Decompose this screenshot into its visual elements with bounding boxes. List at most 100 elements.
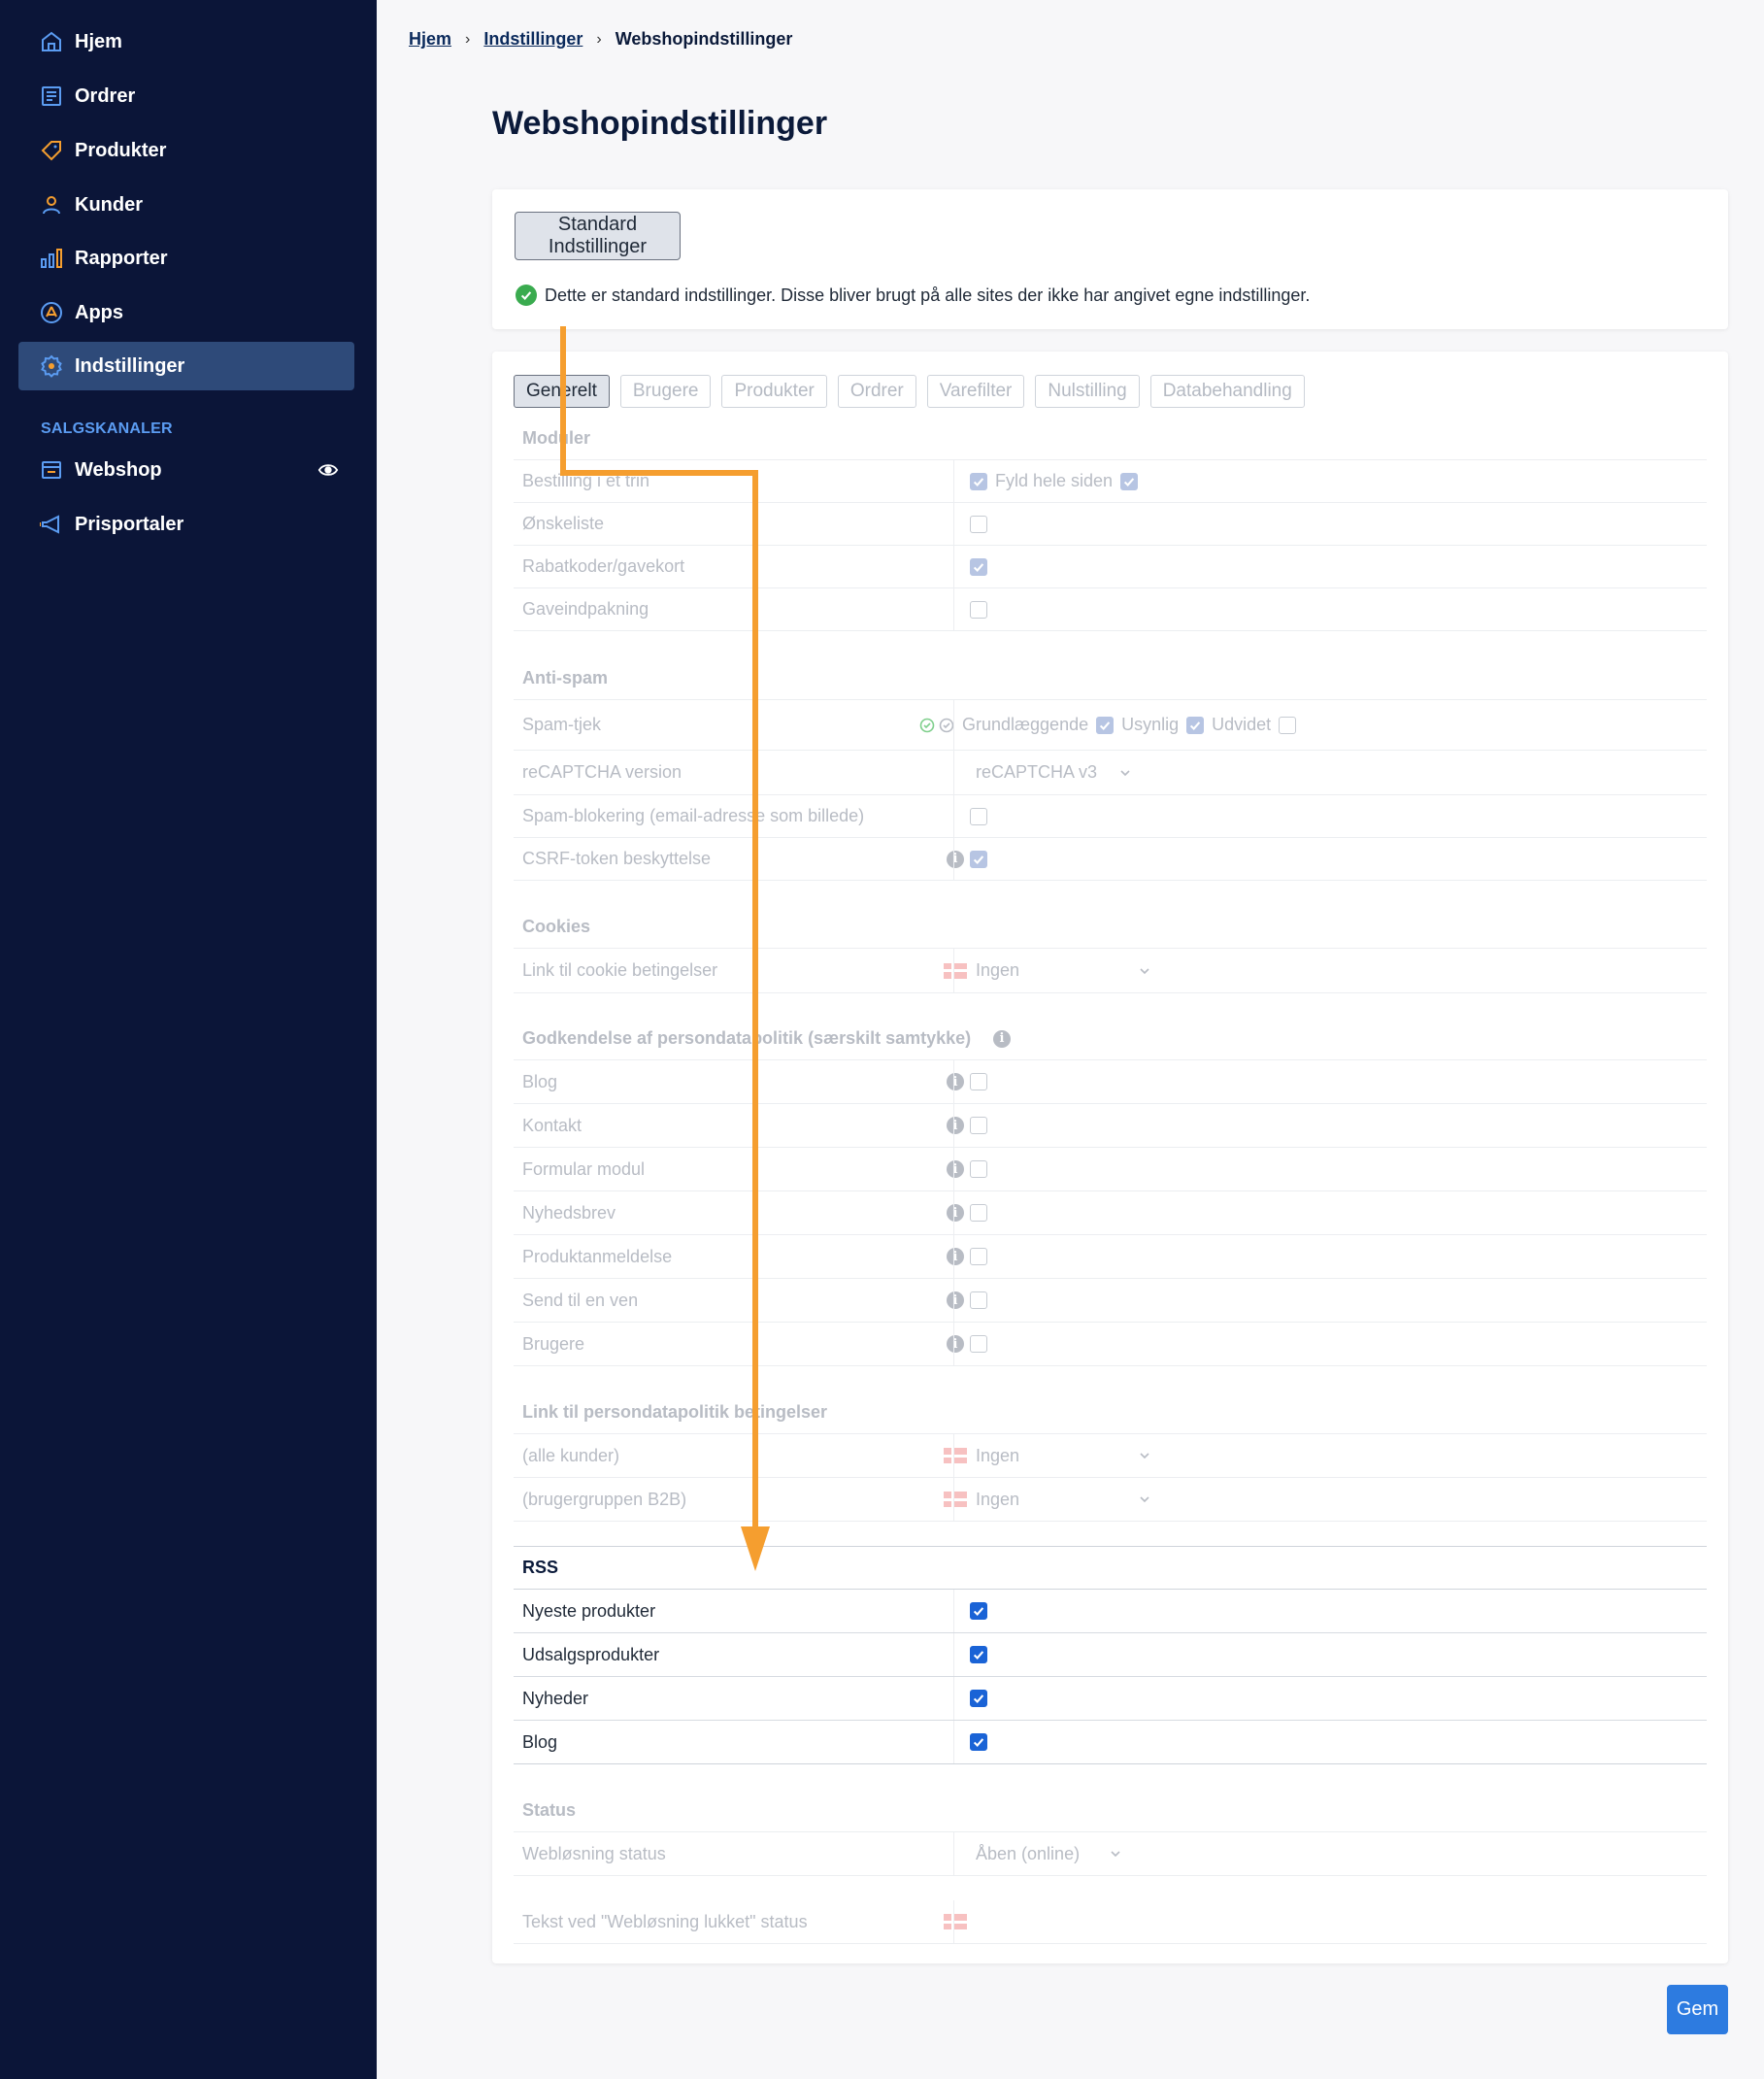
info-icon[interactable]: i xyxy=(947,1117,964,1134)
checkbox[interactable] xyxy=(970,1160,987,1178)
chevron-down-icon xyxy=(1140,1453,1149,1459)
checkbox[interactable] xyxy=(970,1602,987,1620)
checkbox[interactable] xyxy=(1120,472,1139,490)
select-value: Ingen xyxy=(976,960,1020,980)
section-header-status: Status xyxy=(514,1789,1707,1832)
setting-label: Tekst ved "Webløsning lukket" status xyxy=(522,1911,808,1931)
tab-varefilter[interactable]: Varefilter xyxy=(926,375,1025,408)
setting-row: Nyhedsbrev i xyxy=(514,1191,1707,1235)
checkbox[interactable] xyxy=(1096,716,1115,734)
tab-produkter[interactable]: Produkter xyxy=(721,375,827,408)
tab-bar: Generelt Brugere Produkter Ordrer Varefi… xyxy=(514,375,1305,408)
setting-label: CSRF-token beskyttelse xyxy=(522,849,712,868)
nav-label: Hjem xyxy=(75,30,122,52)
info-icon[interactable]: i xyxy=(947,1204,964,1222)
checkbox[interactable] xyxy=(970,1117,987,1134)
setting-label: Kontakt xyxy=(522,1115,582,1135)
chevron-down-icon xyxy=(1140,967,1149,974)
checkbox[interactable] xyxy=(1186,716,1205,734)
nav-item-hjem[interactable]: Hjem xyxy=(18,17,354,66)
breadcrumb-settings[interactable]: Indstillinger xyxy=(483,29,582,50)
checkbox[interactable] xyxy=(970,807,987,825)
setting-label: Ønskeliste xyxy=(522,514,605,533)
megaphone-icon xyxy=(40,513,63,536)
checkbox[interactable] xyxy=(970,1646,987,1663)
checkbox[interactable] xyxy=(970,850,987,868)
cookie-link-select[interactable]: Ingen xyxy=(976,960,1150,981)
checkbox[interactable] xyxy=(970,1291,987,1309)
nav-item-prisportaler[interactable]: Prisportaler xyxy=(18,500,354,549)
nav-label: Prisportaler xyxy=(75,513,184,535)
gear-icon xyxy=(40,354,63,378)
standard-settings-card: Standard Indstillinger Dette er standard… xyxy=(492,189,1728,329)
checkbox[interactable] xyxy=(970,557,987,576)
persondata-select[interactable]: Ingen xyxy=(976,1446,1150,1466)
breadcrumb-home[interactable]: Hjem xyxy=(409,29,451,50)
info-icon[interactable]: i xyxy=(993,1029,1011,1048)
section-header-persondata-link: Link til persondatapolitik betingelser xyxy=(514,1392,1707,1434)
tag-icon xyxy=(40,139,63,162)
setting-label: Bestilling i et trin xyxy=(522,471,650,490)
select-value: Åben (online) xyxy=(976,1843,1081,1863)
info-icon[interactable]: i xyxy=(947,1248,964,1265)
setting-row: Webløsning status Åben (online) xyxy=(514,1832,1707,1876)
section-header-godkendelse: Godkendelse af persondatapolitik (særski… xyxy=(514,1018,1707,1060)
tab-ordrer[interactable]: Ordrer xyxy=(837,375,916,408)
checkbox[interactable] xyxy=(970,472,987,490)
eye-icon[interactable] xyxy=(317,459,339,481)
setting-row: Spam-tjek Grundlæggende Usynlig Udvidet xyxy=(514,700,1707,751)
recaptcha-select[interactable]: reCAPTCHA v3 xyxy=(976,762,1131,783)
section-label-salgskanaler: SALGSKANALER xyxy=(41,420,173,437)
nav-item-indstillinger[interactable]: Indstillinger xyxy=(18,342,354,390)
checkbox[interactable] xyxy=(970,1204,987,1222)
nav-item-produkter[interactable]: Produkter xyxy=(18,126,354,175)
setting-row: Send til en ven i xyxy=(514,1279,1707,1323)
nav-item-kunder[interactable]: Kunder xyxy=(18,181,354,229)
section-header-rss: RSS xyxy=(514,1546,1707,1590)
nav-item-rapporter[interactable]: Rapporter xyxy=(18,234,354,283)
setting-label: Blog xyxy=(522,1071,558,1091)
setting-label: Rabatkoder/gavekort xyxy=(522,556,685,576)
checkbox[interactable] xyxy=(970,600,987,619)
checkbox[interactable] xyxy=(970,1248,987,1265)
info-icon[interactable]: i xyxy=(947,1335,964,1353)
save-button[interactable]: Gem xyxy=(1667,1985,1728,2034)
section-header-moduler: Moduler xyxy=(514,418,1707,460)
standard-settings-button[interactable]: Standard Indstillinger xyxy=(515,212,681,260)
user-icon xyxy=(40,193,63,217)
opt-label: Grundlæggende xyxy=(962,715,1089,734)
tab-databehandling[interactable]: Databehandling xyxy=(1149,375,1305,408)
setting-row: Produktanmeldelse i xyxy=(514,1235,1707,1279)
info-icon[interactable]: i xyxy=(947,1073,964,1090)
checkbox[interactable] xyxy=(970,1733,987,1751)
opt-label: Udvidet xyxy=(1212,715,1272,734)
nav-item-apps[interactable]: Apps xyxy=(18,288,354,337)
bar-chart-icon xyxy=(40,247,63,270)
checkbox[interactable] xyxy=(970,1073,987,1090)
checkbox[interactable] xyxy=(1279,716,1297,734)
checkbox[interactable] xyxy=(970,1690,987,1707)
chevron-down-icon xyxy=(1140,1496,1149,1503)
setting-label: Nyheder xyxy=(522,1688,589,1708)
danish-flag-icon xyxy=(944,1492,967,1507)
checkbox[interactable] xyxy=(970,1335,987,1353)
info-icon[interactable]: i xyxy=(947,1291,964,1309)
nav-item-ordrer[interactable]: Ordrer xyxy=(18,72,354,120)
tab-nulstilling[interactable]: Nulstilling xyxy=(1035,375,1140,408)
section-title: Status xyxy=(522,1799,577,1820)
setting-row: Kontakt i xyxy=(514,1104,1707,1148)
info-icon[interactable]: i xyxy=(947,1160,964,1178)
tab-generelt[interactable]: Generelt xyxy=(514,375,610,408)
web-status-select[interactable]: Åben (online) xyxy=(976,1844,1121,1864)
page-title: Webshopindstillinger xyxy=(492,105,828,142)
setting-label: Gaveindpakning xyxy=(522,599,649,619)
tab-brugere[interactable]: Brugere xyxy=(619,375,712,408)
checkbox[interactable] xyxy=(970,515,987,533)
select-value: Ingen xyxy=(976,1445,1020,1465)
nav-item-webshop[interactable]: Webshop xyxy=(18,446,354,494)
section-title: Cookies xyxy=(522,917,591,936)
setting-row: Nyeste produkter xyxy=(514,1590,1707,1633)
setting-row: Nyheder xyxy=(514,1677,1707,1721)
info-icon[interactable]: i xyxy=(947,850,964,868)
persondata-select[interactable]: Ingen xyxy=(976,1490,1150,1510)
